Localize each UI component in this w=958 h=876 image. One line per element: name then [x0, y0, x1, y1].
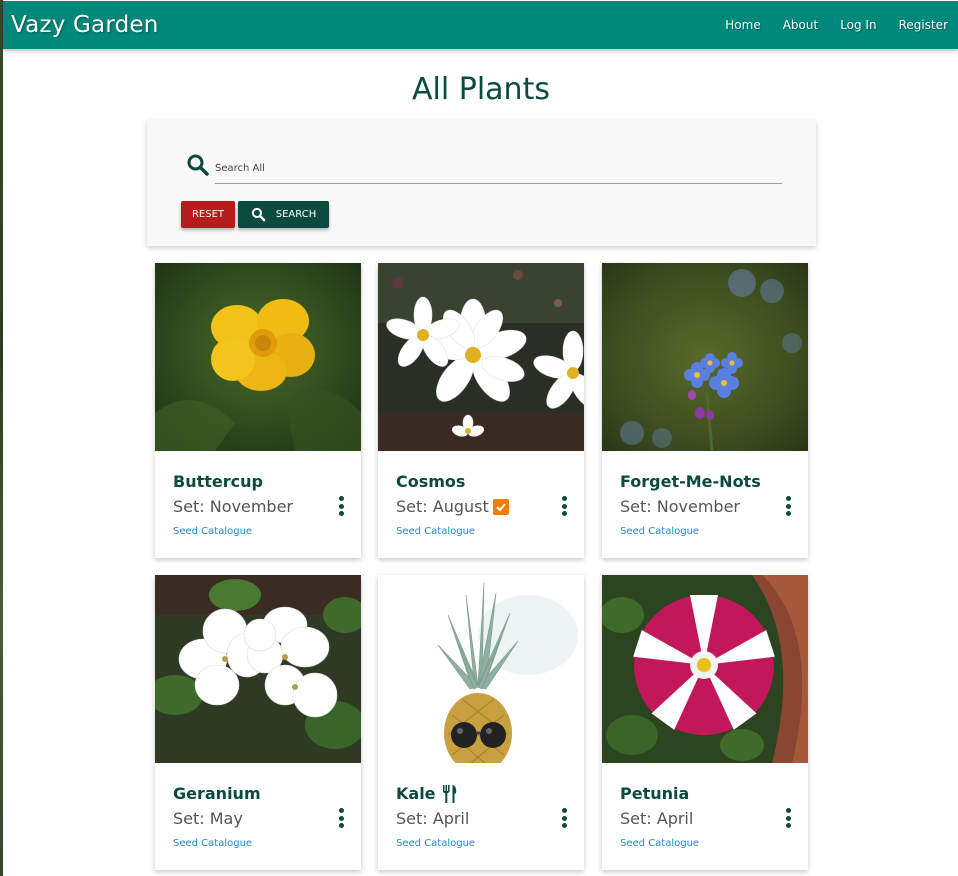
card-set-month: Set: April	[396, 809, 470, 828]
search-input[interactable]	[215, 154, 782, 184]
card-title: Kale	[396, 784, 436, 803]
more-vert-icon[interactable]	[784, 808, 792, 828]
reset-button[interactable]: RESET	[181, 201, 235, 228]
search-icon	[251, 207, 266, 222]
nav-home-link[interactable]: Home	[725, 18, 760, 32]
more-vert-icon[interactable]	[784, 496, 792, 516]
nav-register-link[interactable]: Register	[899, 18, 948, 32]
card-title: Geranium	[173, 784, 261, 803]
search-panel: RESET SEARCH	[147, 120, 816, 246]
more-vert-icon[interactable]	[560, 496, 568, 516]
more-vert-icon[interactable]	[337, 808, 345, 828]
petunia-image	[602, 575, 808, 763]
search-button[interactable]: SEARCH	[238, 201, 329, 228]
card-set-month: Set: November	[173, 497, 293, 516]
card-set-month: Set: November	[620, 497, 740, 516]
card-set-month: Set: May	[173, 809, 243, 828]
navbar: Vazy Garden Home About Log In Register	[3, 1, 958, 49]
card-set-month: Set: April	[620, 809, 694, 828]
search-icon	[186, 153, 210, 177]
plant-card-forget-me-nots[interactable]: Forget-Me-Nots Set: November Seed Catalo…	[602, 263, 808, 558]
brand-logo[interactable]: Vazy Garden	[11, 12, 159, 38]
kale-image	[378, 575, 584, 763]
more-vert-icon[interactable]	[560, 808, 568, 828]
seed-catalogue-link[interactable]: Seed Catalogue	[396, 838, 475, 849]
geranium-image	[155, 575, 361, 763]
plant-card-petunia[interactable]: Petunia Set: April Seed Catalogue	[602, 575, 808, 870]
seed-catalogue-link[interactable]: Seed Catalogue	[396, 526, 475, 537]
card-set-row: Set: August	[396, 497, 509, 516]
window-edge	[0, 0, 3, 876]
plant-card-kale[interactable]: Kale Set: April Seed Catalogue	[378, 575, 584, 870]
plant-card-geranium[interactable]: Geranium Set: May Seed Catalogue	[155, 575, 361, 870]
card-title-row: Kale	[396, 784, 458, 803]
more-vert-icon[interactable]	[337, 496, 345, 516]
nav-login-link[interactable]: Log In	[840, 18, 876, 32]
card-title: Petunia	[620, 784, 690, 803]
seed-catalogue-link[interactable]: Seed Catalogue	[173, 838, 252, 849]
card-title: Forget-Me-Nots	[620, 472, 761, 491]
card-set-month: Set: August	[396, 497, 489, 516]
seed-catalogue-link[interactable]: Seed Catalogue	[620, 526, 699, 537]
check-icon	[492, 498, 509, 515]
buttercup-image	[155, 263, 361, 451]
card-title: Cosmos	[396, 472, 466, 491]
seed-catalogue-link[interactable]: Seed Catalogue	[173, 526, 252, 537]
forget-me-nots-image	[602, 263, 808, 451]
nav-about-link[interactable]: About	[783, 18, 818, 32]
nav-links: Home About Log In Register	[703, 18, 948, 32]
cosmos-image	[378, 263, 584, 451]
page-title: All Plants	[412, 72, 550, 107]
utensils-icon	[442, 784, 458, 803]
search-button-label: SEARCH	[275, 209, 317, 220]
plant-card-buttercup[interactable]: Buttercup Set: November Seed Catalogue	[155, 263, 361, 558]
card-title: Buttercup	[173, 472, 263, 491]
plant-card-cosmos[interactable]: Cosmos Set: August Seed Catalogue	[378, 263, 584, 558]
seed-catalogue-link[interactable]: Seed Catalogue	[620, 838, 699, 849]
